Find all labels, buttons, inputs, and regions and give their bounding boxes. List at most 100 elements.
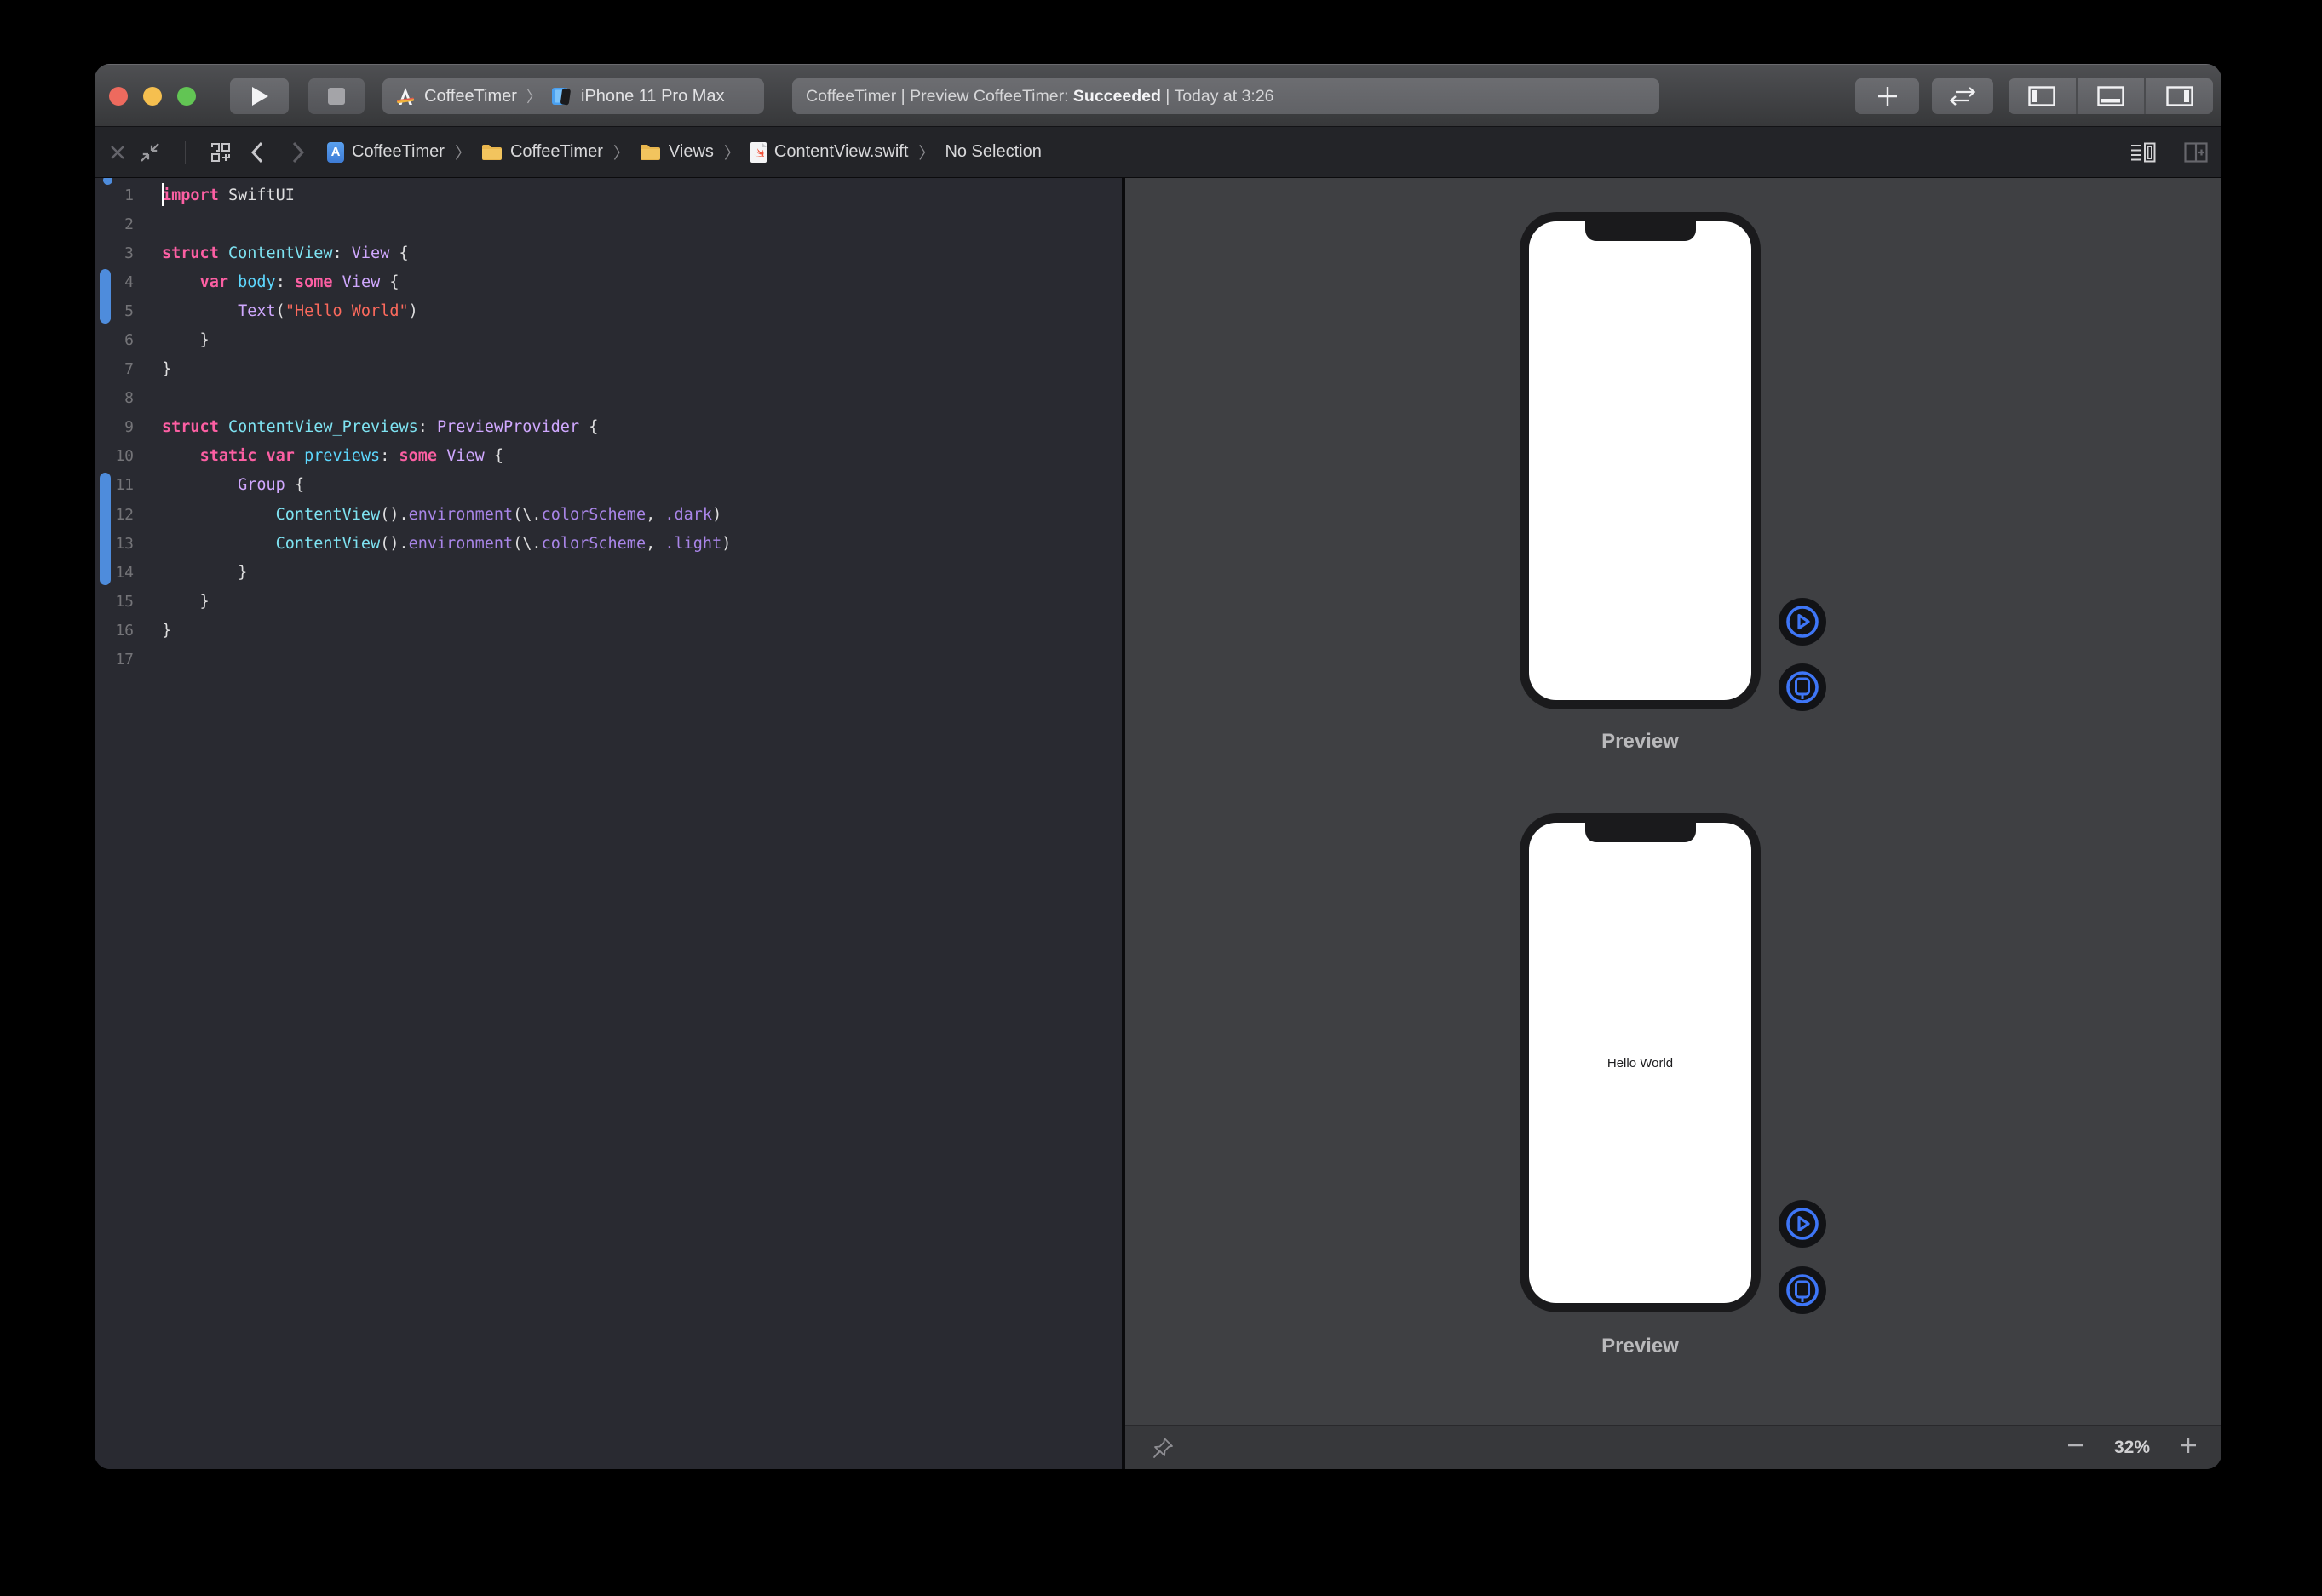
run-button[interactable] — [230, 78, 289, 114]
code-text: static var previews: some View { — [134, 447, 503, 465]
status-text-result: Succeeded — [1073, 87, 1161, 106]
code-line[interactable]: 8 — [95, 384, 1122, 413]
line-number[interactable]: 2 — [95, 215, 134, 233]
library-button[interactable] — [1855, 78, 1919, 114]
status-text-left: CoffeeTimer | Preview CoffeeTimer: — [806, 87, 1073, 106]
line-number[interactable]: 15 — [95, 593, 134, 611]
go-back-button[interactable] — [250, 141, 264, 164]
code-line[interactable]: 6 } — [95, 325, 1122, 354]
add-editor-button[interactable] — [2184, 142, 2208, 163]
code-line[interactable]: 11 Group { — [95, 471, 1122, 500]
preview-on-device-button[interactable] — [1779, 663, 1826, 711]
code-line[interactable]: 1import SwiftUI — [95, 181, 1122, 210]
code-text: var body: some View { — [134, 273, 399, 291]
chevron-left-icon — [250, 141, 264, 164]
code-line[interactable]: 4 var body: some View { — [95, 267, 1122, 296]
status-text-right: | Today at 3:26 — [1161, 87, 1274, 106]
code-text: struct ContentView_Previews: PreviewProv… — [134, 418, 598, 436]
live-preview-button[interactable] — [1779, 1200, 1826, 1248]
breadcrumb-group[interactable]: CoffeeTimer — [510, 142, 603, 162]
text-cursor — [162, 183, 164, 206]
title-bar: CoffeeTimer 〉 iPhone 11 Pro Max CoffeeTi… — [95, 64, 2221, 126]
line-number[interactable]: 6 — [95, 331, 134, 349]
preview-on-device-button[interactable] — [1779, 1266, 1826, 1314]
stop-button[interactable] — [308, 78, 365, 114]
code-line[interactable]: 3struct ContentView: View { — [95, 238, 1122, 267]
breadcrumb-selection[interactable]: No Selection — [945, 142, 1041, 162]
divider — [185, 141, 186, 164]
zoom-in-button[interactable] — [2179, 1436, 2198, 1459]
related-items-button[interactable] — [210, 141, 232, 164]
line-number[interactable]: 7 — [95, 360, 134, 378]
breadcrumb-folder[interactable]: Views — [669, 142, 714, 162]
code-text: } — [134, 593, 210, 611]
source-editor[interactable]: 1import SwiftUI23struct ContentView: Vie… — [95, 178, 1122, 1469]
chevron-separator-icon: 〉 — [916, 141, 937, 164]
folder-icon — [640, 143, 661, 162]
change-bar-marker — [100, 269, 111, 324]
play-circle-icon — [1785, 1206, 1820, 1242]
device-preview-light: Hello World — [1520, 813, 1761, 1312]
breadcrumb-project[interactable]: CoffeeTimer — [352, 142, 445, 162]
app-scheme-icon — [394, 85, 417, 107]
code-line[interactable]: 15 } — [95, 587, 1122, 616]
right-panel-icon — [2166, 86, 2193, 106]
close-window-button[interactable] — [109, 87, 128, 106]
close-editor-button[interactable] — [108, 143, 127, 162]
swap-arrows-icon — [1949, 85, 1976, 107]
code-line[interactable]: 9struct ContentView_Previews: PreviewPro… — [95, 413, 1122, 442]
editor-swap-button[interactable] — [1932, 78, 1993, 114]
code-area[interactable]: 1import SwiftUI23struct ContentView: Vie… — [95, 178, 1122, 1469]
line-number[interactable]: 9 — [95, 418, 134, 436]
preview-label: Preview — [1520, 1335, 1761, 1358]
line-number[interactable]: 8 — [95, 389, 134, 407]
split-editor-icon — [2184, 142, 2208, 163]
scheme-selector[interactable]: CoffeeTimer 〉 iPhone 11 Pro Max — [382, 78, 764, 114]
play-icon — [250, 86, 269, 106]
editor-options-icon — [2130, 142, 2156, 163]
toggle-inspector-button[interactable] — [2146, 78, 2213, 114]
line-number[interactable]: 3 — [95, 244, 134, 262]
stop-icon — [328, 88, 345, 105]
live-preview-button[interactable] — [1779, 598, 1826, 646]
pin-preview-button[interactable] — [1151, 1436, 1175, 1460]
code-line[interactable]: 2 — [95, 210, 1122, 238]
scheme-project-label: CoffeeTimer — [424, 87, 517, 106]
zoom-window-button[interactable] — [177, 87, 196, 106]
change-bar-marker — [100, 473, 111, 585]
code-text: } — [134, 564, 247, 582]
jump-bar: A CoffeeTimer 〉 CoffeeTimer 〉 Views 〉 Co — [95, 126, 2221, 178]
code-text: Text("Hello World") — [134, 302, 418, 320]
swift-file-icon — [750, 142, 767, 163]
breadcrumb-file[interactable]: ContentView.swift — [774, 142, 909, 162]
line-number[interactable]: 16 — [95, 622, 134, 640]
code-line[interactable]: 17 — [95, 646, 1122, 675]
code-line[interactable]: 16} — [95, 616, 1122, 645]
code-line[interactable]: 14 } — [95, 558, 1122, 587]
line-number[interactable]: 10 — [95, 447, 134, 465]
zoom-out-button[interactable] — [2066, 1436, 2085, 1459]
code-line[interactable]: 13 ContentView().environment(\.colorSche… — [95, 529, 1122, 558]
editor-options-button[interactable] — [2130, 142, 2156, 163]
code-text: } — [134, 331, 210, 349]
code-line[interactable]: 10 static var previews: some View { — [95, 442, 1122, 471]
related-items-grid-icon — [210, 141, 232, 164]
chevron-separator-icon: 〉 — [611, 141, 632, 164]
toggle-debug-area-button[interactable] — [2078, 78, 2145, 114]
code-text: import SwiftUI — [134, 187, 295, 204]
code-line[interactable]: 12 ContentView().environment(\.colorSche… — [95, 500, 1122, 529]
code-line[interactable]: 5 Text("Hello World") — [95, 296, 1122, 325]
code-text: struct ContentView: View { — [134, 244, 409, 262]
code-line[interactable]: 7} — [95, 355, 1122, 384]
chevron-separator-icon: 〉 — [452, 141, 474, 164]
minimize-window-button[interactable] — [143, 87, 162, 106]
line-number[interactable]: 17 — [95, 651, 134, 669]
go-forward-button[interactable] — [291, 141, 305, 164]
line-number[interactable]: 1 — [95, 187, 134, 204]
device-icon — [551, 86, 573, 106]
project-icon: A — [327, 142, 344, 163]
plus-icon — [1877, 85, 1899, 107]
preview-screen-text: Hello World — [1529, 823, 1751, 1303]
toggle-navigator-button[interactable] — [2009, 78, 2076, 114]
focus-editor-button[interactable] — [139, 141, 161, 164]
